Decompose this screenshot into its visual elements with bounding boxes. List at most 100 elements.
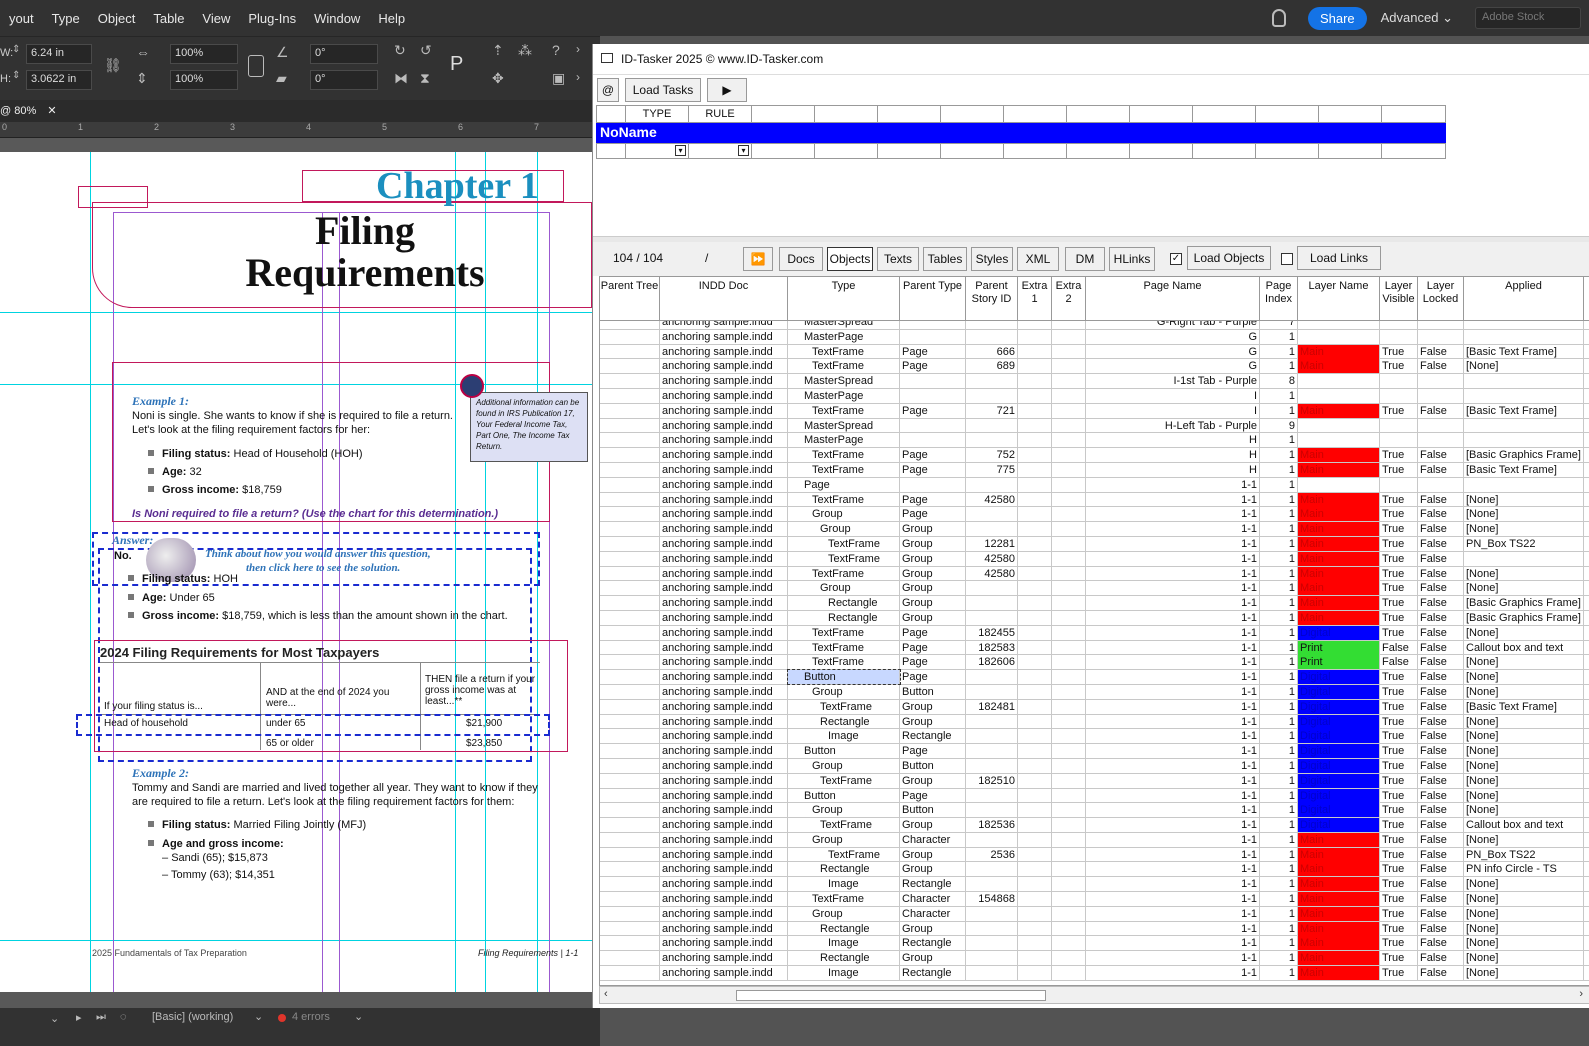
table-cell[interactable]: anchoring sample.indd [660,684,788,699]
table-cell[interactable]: TextFrame [788,492,900,507]
select-content-icon[interactable]: ✥ [492,70,504,87]
table-cell[interactable]: TextFrame [788,344,900,359]
table-cell[interactable]: False [1418,758,1464,773]
table-cell[interactable]: Main [1298,344,1380,359]
scrollbar-thumb[interactable] [736,990,1046,1001]
table-cell[interactable]: 1-1 [1086,803,1260,818]
column-header[interactable]: Layer Name [1298,277,1380,321]
table-cell[interactable] [1052,951,1086,966]
table-cell[interactable] [1018,344,1052,359]
table-cell[interactable]: [None] [1464,803,1584,818]
table-cell[interactable] [600,640,660,655]
table-row[interactable]: anchoring sample.indd Rectangle Group 1-1 1 M… [600,596,1589,611]
table-cell[interactable] [600,921,660,936]
table-cell[interactable] [1052,344,1086,359]
table-cell[interactable]: False [1418,877,1464,892]
table-cell[interactable] [966,803,1018,818]
table-row[interactable]: anchoring sample.indd Group Group 1-1 1 Main T… [600,581,1589,597]
table-cell[interactable]: True [1380,906,1418,921]
table-cell[interactable]: anchoring sample.indd [660,551,788,566]
table-cell[interactable]: 1-1 [1086,847,1260,862]
table-cell[interactable]: 1 [1260,462,1298,477]
table-cell[interactable] [600,684,660,699]
table-cell[interactable]: anchoring sample.indd [660,566,788,581]
table-cell[interactable] [600,788,660,803]
table-cell[interactable] [600,655,660,670]
table-cell[interactable]: MasterSpread [788,418,900,433]
table-cell[interactable]: Page [900,403,966,418]
table-cell[interactable] [600,862,660,877]
table-cell[interactable] [1052,699,1086,714]
table-cell[interactable] [600,758,660,773]
table-cell[interactable]: False [1418,832,1464,847]
table-cell[interactable]: False [1418,640,1464,655]
table-cell[interactable] [1052,966,1086,981]
table-cell[interactable]: 1-1 [1086,640,1260,655]
menu-window[interactable]: Window [305,11,369,26]
table-cell[interactable]: False [1418,684,1464,699]
table-cell[interactable]: True [1380,744,1418,759]
table-cell[interactable] [1052,492,1086,507]
table-cell[interactable]: False [1380,655,1418,670]
table-cell[interactable] [1464,388,1584,403]
table-cell[interactable] [1018,477,1052,492]
table-cell[interactable]: anchoring sample.indd [660,388,788,403]
table-cell[interactable]: True [1380,921,1418,936]
table-row[interactable]: anchoring sample.indd TextFrame Group 18253… [600,818,1589,833]
table-cell[interactable]: TextFrame [788,818,900,833]
table-cell[interactable]: anchoring sample.indd [660,670,788,685]
table-cell[interactable]: True [1380,729,1418,744]
table-cell[interactable]: Main [1298,906,1380,921]
table-cell[interactable] [1052,758,1086,773]
table-cell[interactable] [1418,433,1464,448]
table-cell[interactable]: [None] [1464,788,1584,803]
table-cell[interactable]: True [1380,610,1418,625]
rotate-ccw-icon[interactable]: ↺ [420,42,432,59]
table-cell[interactable]: anchoring sample.indd [660,818,788,833]
table-cell[interactable]: Page [900,625,966,640]
table-cell[interactable]: Main [1298,403,1380,418]
table-cell[interactable] [600,507,660,522]
table-cell[interactable] [1018,536,1052,551]
table-cell[interactable]: [Basic Text Frame] [1464,462,1584,477]
table-cell[interactable]: Callout box and text [1464,640,1584,655]
table-cell[interactable]: 1-1 [1086,921,1260,936]
table-cell[interactable]: True [1380,773,1418,788]
table-cell[interactable] [966,374,1018,389]
constrain-link-icon[interactable]: ⛓ [104,57,122,74]
table-row[interactable]: anchoring sample.indd Image Rectangle 1-1 1 D… [600,729,1589,745]
table-cell[interactable]: G [1086,359,1260,374]
table-row[interactable]: anchoring sample.indd Group Page 1-1 1 Main Tr… [600,507,1589,523]
table-cell[interactable]: [None] [1464,892,1584,907]
height-field[interactable]: 3.0622 in [26,70,92,90]
table-cell[interactable]: 1 [1260,359,1298,374]
table-cell[interactable]: anchoring sample.indd [660,625,788,640]
table-cell[interactable]: TextFrame [788,462,900,477]
table-cell[interactable]: False [1418,551,1464,566]
table-cell[interactable]: Group [788,758,900,773]
table-cell[interactable] [1018,462,1052,477]
table-cell[interactable] [1380,388,1418,403]
table-cell[interactable]: 1 [1260,906,1298,921]
table-cell[interactable]: True [1380,625,1418,640]
table-cell[interactable]: [None] [1464,951,1584,966]
table-cell[interactable]: True [1380,507,1418,522]
table-cell[interactable]: TextFrame [788,655,900,670]
table-cell[interactable]: 182606 [966,655,1018,670]
table-cell[interactable]: Main [1298,462,1380,477]
table-cell[interactable] [600,329,660,344]
table-cell[interactable]: 1 [1260,773,1298,788]
table-cell[interactable] [1052,507,1086,522]
table-cell[interactable]: Digital [1298,670,1380,685]
table-cell[interactable] [1052,462,1086,477]
table-cell[interactable] [1018,966,1052,981]
frame-fitting-icon[interactable]: ▣ [552,70,565,87]
table-cell[interactable] [600,388,660,403]
column-header[interactable]: INDD Doc [660,277,788,321]
table-cell[interactable]: 1 [1260,403,1298,418]
table-cell[interactable]: [None] [1464,359,1584,374]
table-cell[interactable] [600,374,660,389]
tab-objects[interactable]: Objects [827,247,873,271]
table-cell[interactable]: Group [788,803,900,818]
table-cell[interactable] [966,921,1018,936]
